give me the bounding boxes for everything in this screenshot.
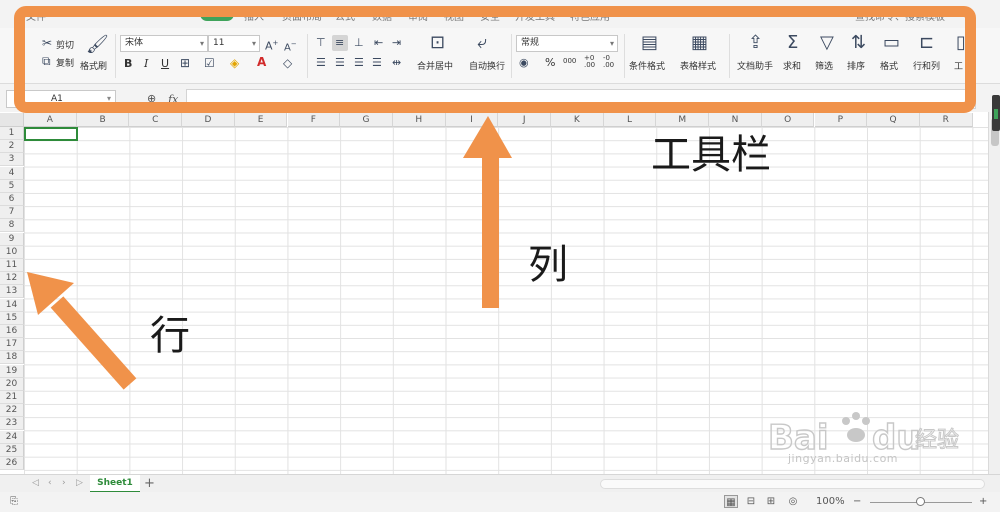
column-arrow xyxy=(463,116,512,308)
svg-text:经验: 经验 xyxy=(915,428,959,453)
watermark-url: jingyan.baidu.com xyxy=(788,452,899,465)
row-arrow xyxy=(27,272,137,390)
row-annotation-label: 行 xyxy=(150,313,190,359)
toolbar-annotation-label: 工具栏 xyxy=(651,132,771,178)
column-annotation-label: 列 xyxy=(528,242,568,288)
